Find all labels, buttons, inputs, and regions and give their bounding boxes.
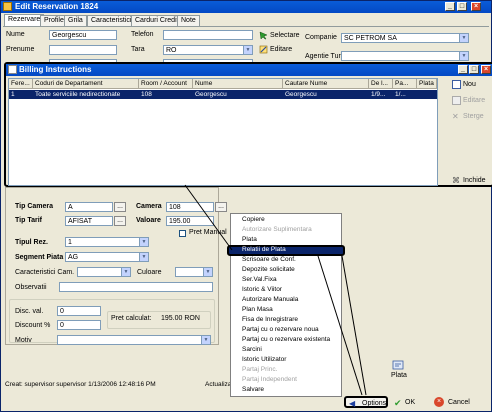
connector-line-options bbox=[317, 255, 363, 396]
menu-item[interactable]: Relatii de Plata bbox=[242, 245, 286, 254]
connector-line-options-2 bbox=[341, 255, 367, 396]
annotation-lines bbox=[184, 184, 367, 396]
connector-line-billing bbox=[184, 184, 233, 251]
